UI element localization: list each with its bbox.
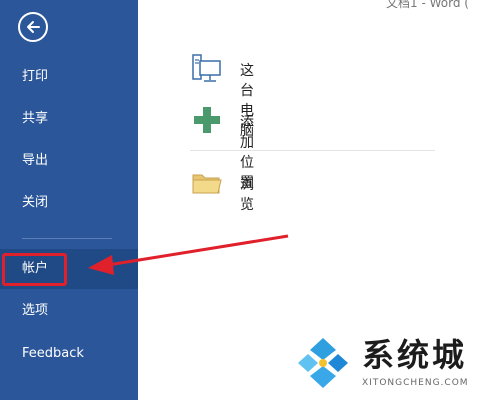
watermark-url: XITONGCHENG.COM <box>362 378 469 388</box>
watermark: 系统城 XITONGCHENG.COM <box>288 328 480 400</box>
watermark-logo-icon <box>298 338 348 388</box>
watermark-title: 系统城 <box>362 336 468 374</box>
